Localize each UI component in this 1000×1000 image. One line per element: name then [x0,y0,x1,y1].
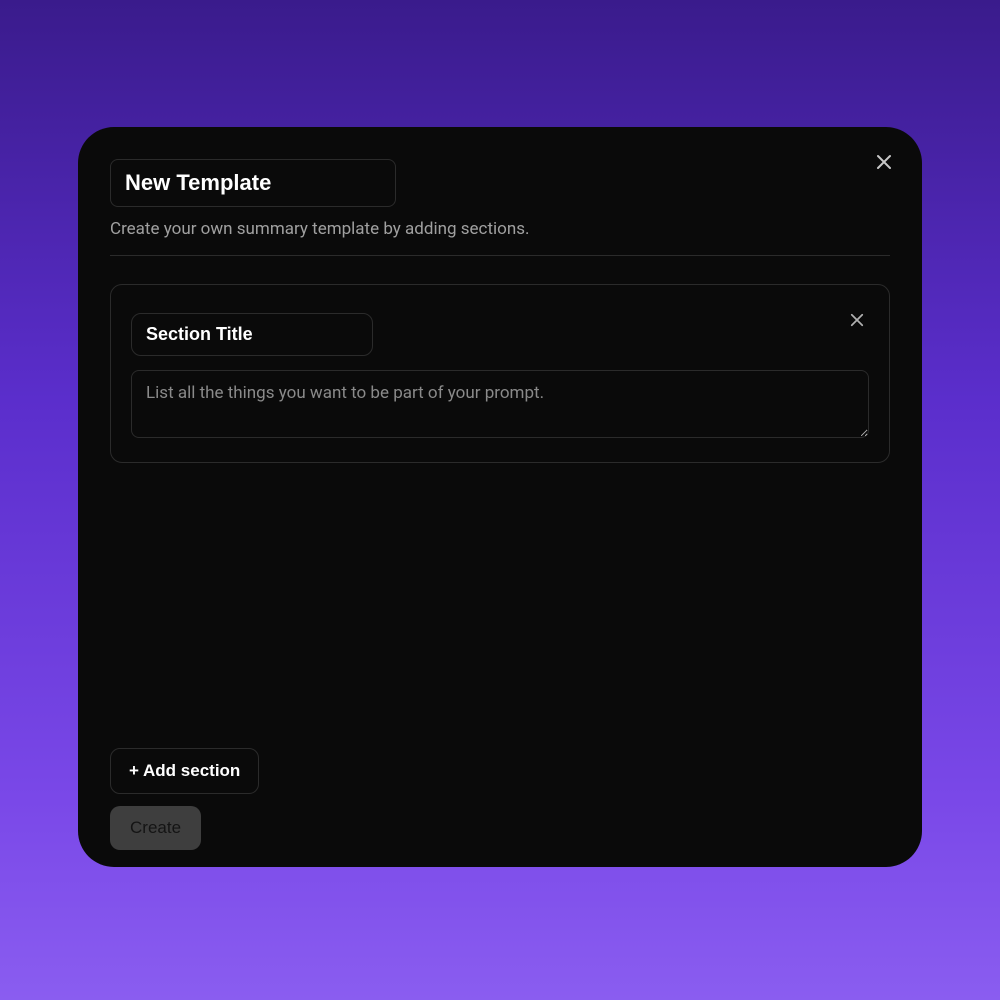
close-icon [850,313,864,330]
close-icon [876,154,892,173]
create-button[interactable]: Create [110,806,201,850]
modal-header: Create your own summary template by addi… [110,159,890,256]
template-name-input[interactable] [110,159,396,207]
section-body-textarea[interactable] [131,370,869,438]
sections-container [110,284,890,748]
section-card [110,284,890,463]
modal-footer: + Add section Create [110,748,890,850]
section-title-input[interactable] [131,313,373,356]
modal-close-button[interactable] [870,149,898,177]
modal-content: + Add section Create [110,284,890,850]
modal-subtitle: Create your own summary template by addi… [110,219,890,239]
new-template-modal: Create your own summary template by addi… [78,127,922,867]
add-section-button[interactable]: + Add section [110,748,259,794]
section-remove-button[interactable] [845,309,869,333]
